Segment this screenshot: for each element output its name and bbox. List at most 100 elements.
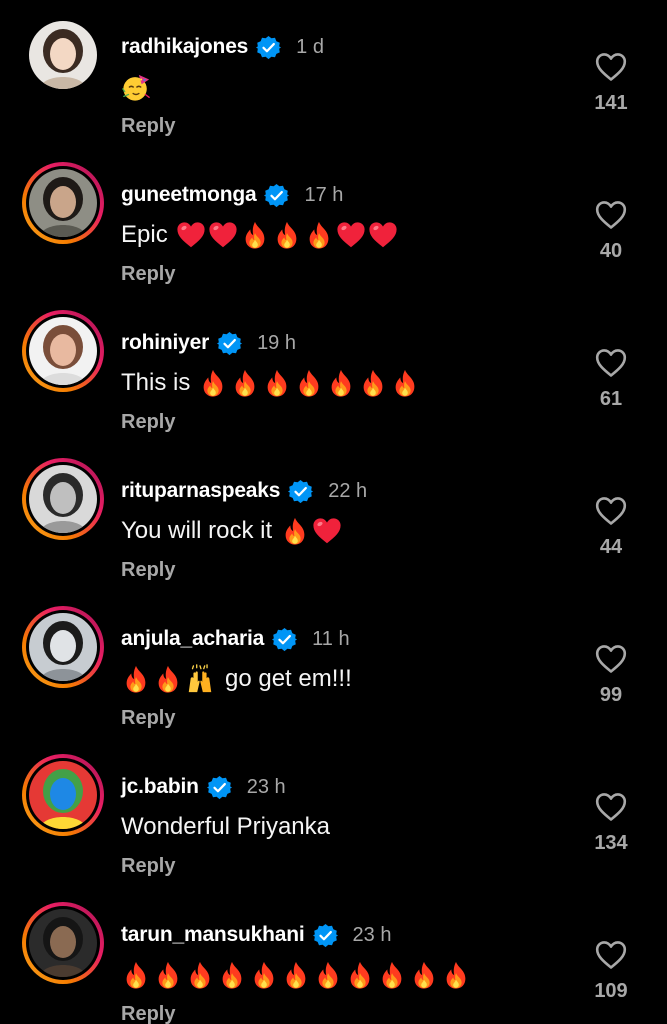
fire-emoji [299, 369, 319, 397]
fire-emoji [382, 961, 402, 989]
username[interactable]: jc.babin [121, 775, 199, 799]
heart-icon[interactable] [595, 200, 627, 230]
avatar[interactable] [29, 909, 97, 977]
like-area: 44 [580, 496, 642, 559]
verified-badge-icon [272, 627, 298, 651]
like-area: 109 [580, 940, 642, 1003]
username[interactable]: guneetmonga [121, 183, 257, 207]
verified-badge-icon [264, 183, 290, 207]
avatar[interactable] [29, 613, 97, 681]
username[interactable]: radhikajones [121, 35, 248, 59]
like-area: 61 [580, 348, 642, 411]
fire-emoji [222, 961, 242, 989]
comment-timestamp: 22 h [328, 479, 368, 502]
comment-text [121, 958, 473, 992]
fire-emoji [285, 517, 305, 545]
like-area: 134 [580, 792, 642, 855]
reply-button[interactable]: Reply [121, 855, 175, 878]
comment-text: Wonderful Priyanka [121, 810, 338, 844]
verified-badge-icon [256, 35, 282, 59]
username[interactable]: rituparnaspeaks [121, 479, 280, 503]
fire-emoji [331, 369, 351, 397]
raising-hands-emoji [188, 664, 212, 693]
like-count: 109 [594, 980, 628, 1002]
comment-item: rituparnaspeaks 22 h You will rock it Re… [0, 444, 667, 592]
verified-badge-icon [288, 479, 314, 503]
fire-emoji [286, 961, 306, 989]
heart-icon[interactable] [595, 644, 627, 674]
comment-timestamp: 11 h [312, 627, 350, 650]
fire-emoji [203, 369, 223, 397]
comment-timestamp: 23 h [246, 775, 286, 798]
reply-button[interactable]: Reply [121, 411, 175, 434]
story-ring[interactable] [22, 902, 104, 984]
username[interactable]: anjula_acharia [121, 627, 264, 651]
like-count: 40 [599, 240, 623, 262]
fire-emoji [245, 221, 265, 249]
like-count: 61 [599, 388, 623, 410]
avatar[interactable] [29, 465, 97, 533]
like-count: 99 [599, 684, 623, 706]
story-ring[interactable] [22, 754, 104, 836]
verified-badge-icon [217, 331, 243, 355]
avatar[interactable] [29, 169, 97, 237]
comment-text-content: Epic [121, 221, 168, 248]
story-ring[interactable] [22, 162, 104, 244]
red-heart-emoji [369, 222, 397, 248]
reply-button[interactable]: Reply [121, 707, 175, 730]
reply-button[interactable]: Reply [121, 559, 175, 582]
fire-emoji [158, 665, 178, 693]
partying-face-emoji [122, 74, 150, 101]
heart-icon[interactable] [595, 792, 627, 822]
like-count: 44 [599, 536, 623, 558]
avatar[interactable] [29, 21, 97, 89]
comment-timestamp: 17 h [304, 183, 344, 206]
fire-emoji [363, 369, 383, 397]
story-ring[interactable] [22, 14, 104, 96]
fire-emoji [350, 961, 370, 989]
comment-timestamp: 23 h [352, 923, 392, 946]
fire-emoji [309, 221, 329, 249]
comments-list: radhikajones 1 d Reply 141 guneetmonga 1… [0, 0, 667, 1024]
reply-button[interactable]: Reply [121, 115, 175, 138]
comment-item: jc.babin 23 h Wonderful Priyanka Reply 1… [0, 740, 667, 888]
heart-icon[interactable] [595, 496, 627, 526]
story-ring[interactable] [22, 310, 104, 392]
heart-icon[interactable] [595, 940, 627, 970]
comment-text-content: Wonderful Priyanka [121, 813, 330, 840]
username[interactable]: tarun_mansukhani [121, 923, 305, 947]
like-area: 99 [580, 644, 642, 707]
heart-icon[interactable] [595, 52, 627, 82]
fire-emoji [446, 961, 466, 989]
like-area: 40 [580, 200, 642, 263]
fire-emoji [126, 961, 146, 989]
avatar[interactable] [29, 761, 97, 829]
comment-text: This is [121, 366, 422, 400]
comment-text: You will rock it [121, 514, 344, 548]
like-count: 134 [594, 832, 628, 854]
like-area: 141 [580, 52, 642, 115]
username[interactable]: rohiniyer [121, 331, 209, 355]
reply-button[interactable]: Reply [121, 1003, 175, 1024]
red-heart-emoji [177, 222, 205, 248]
heart-icon[interactable] [595, 348, 627, 378]
comment-timestamp: 19 h [257, 331, 296, 354]
like-count: 141 [594, 92, 628, 114]
fire-emoji [318, 961, 338, 989]
fire-emoji [126, 665, 146, 693]
red-heart-emoji [313, 518, 341, 544]
comment-text-content: This is [121, 369, 191, 396]
verified-badge-icon [312, 923, 338, 947]
comment-text-content: go get em!!! [225, 665, 352, 692]
reply-button[interactable]: Reply [121, 263, 175, 286]
fire-emoji [254, 961, 274, 989]
red-heart-emoji [337, 222, 365, 248]
fire-emoji [395, 369, 415, 397]
comment-item: rohiniyer 19 h This is Reply 61 [0, 296, 667, 444]
comment-text-content: You will rock it [121, 517, 273, 544]
story-ring[interactable] [22, 606, 104, 688]
story-ring[interactable] [22, 458, 104, 540]
avatar[interactable] [29, 317, 97, 385]
comment-text: go get em!!! [121, 662, 360, 696]
red-heart-emoji [209, 222, 237, 248]
